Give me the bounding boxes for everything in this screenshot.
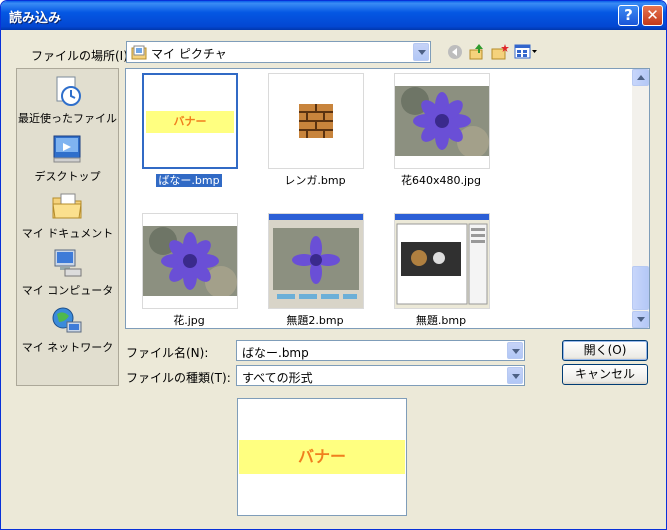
open-dialog: 読み込み ? ✕ ファイルの場所(I): マイ ピクチャ 最近使ったファイル デ… — [0, 0, 667, 530]
network-icon — [52, 307, 82, 333]
location-value: マイ ピクチャ — [151, 47, 227, 61]
thumbnail — [268, 213, 364, 309]
title-bar[interactable]: 読み込み ? ✕ — [1, 1, 666, 30]
file-name: ばなー.bmp — [156, 174, 222, 187]
file-name: レンガ.bmp — [284, 174, 346, 187]
filename-label: ファイル名(N): — [126, 346, 209, 360]
new-folder-icon[interactable] — [491, 43, 509, 61]
file-name: 無題2.bmp — [286, 314, 344, 327]
desktop-icon — [53, 135, 81, 163]
help-button[interactable]: ? — [618, 5, 639, 26]
up-folder-icon[interactable] — [468, 43, 486, 61]
close-button[interactable]: ✕ — [642, 5, 663, 26]
place-label: マイ コンピュータ — [21, 284, 114, 297]
file-item[interactable]: レンガ.bmp — [260, 69, 370, 189]
scroll-thumb[interactable] — [632, 266, 649, 310]
brick-image — [299, 104, 333, 138]
thumbnail — [268, 73, 364, 169]
thumbnail — [142, 213, 238, 309]
filetype-select[interactable]: すべての形式 — [236, 365, 525, 386]
image-preview: バナー — [237, 398, 407, 516]
thumbnail — [394, 73, 490, 169]
places-bar: 最近使ったファイル デスクトップ マイ ドキュメント マイ コンピュータ マイ … — [16, 68, 119, 386]
preview-banner: バナー — [239, 440, 405, 474]
file-name: 無題.bmp — [415, 314, 467, 327]
computer-icon — [54, 249, 82, 277]
filetype-value: すべての形式 — [242, 371, 313, 385]
place-label: デスクトップ — [34, 170, 101, 183]
filetype-label: ファイルの種類(T): — [126, 371, 231, 385]
banner-thumbnail: バナー — [146, 111, 234, 133]
place-label: マイ ドキュメント — [21, 227, 114, 240]
scroll-up-button[interactable] — [632, 69, 649, 86]
file-item[interactable]: バナー ばなー.bmp — [134, 69, 244, 189]
open-button[interactable]: 開く(O) — [562, 340, 648, 361]
file-list-view[interactable]: バナー ばなー.bmp レンガ.bmp 花640x480.jpg 花.jpg 無… — [125, 68, 650, 329]
flower-image — [143, 226, 237, 296]
file-name: 花640x480.jpg — [400, 174, 482, 187]
thumbnail: バナー — [142, 73, 238, 169]
location-label: ファイルの場所(I): — [31, 49, 132, 63]
flower-image — [395, 86, 489, 156]
location-dropdown-button[interactable] — [413, 43, 429, 61]
screenshot-image — [395, 214, 489, 308]
recent-icon — [56, 76, 81, 106]
place-label: マイ ネットワーク — [21, 341, 114, 354]
view-menu-icon[interactable] — [514, 43, 538, 61]
place-label: 最近使ったファイル — [18, 112, 117, 125]
place-documents[interactable]: マイ ドキュメント — [17, 190, 118, 246]
my-pictures-folder-icon — [131, 45, 147, 60]
back-icon[interactable] — [446, 43, 464, 61]
place-computer[interactable]: マイ コンピュータ — [17, 247, 118, 303]
file-item[interactable]: 無題.bmp — [386, 209, 496, 328]
filetype-dropdown-button[interactable] — [507, 367, 523, 384]
thumbnail — [394, 213, 490, 309]
file-item[interactable]: 花.jpg — [134, 209, 244, 328]
screenshot-image — [269, 214, 363, 308]
file-item[interactable]: 無題2.bmp — [260, 209, 370, 328]
file-list-scrollbar[interactable] — [632, 69, 649, 328]
file-item[interactable]: 花640x480.jpg — [386, 69, 496, 189]
filename-input[interactable]: ばなー.bmp — [236, 340, 525, 361]
file-name: 花.jpg — [173, 314, 205, 327]
cancel-button[interactable]: キャンセル — [562, 364, 648, 385]
documents-icon — [52, 193, 82, 219]
place-desktop[interactable]: デスクトップ — [17, 133, 118, 189]
filename-value: ばなー.bmp — [242, 346, 309, 360]
location-combo[interactable]: マイ ピクチャ — [126, 41, 431, 63]
place-network[interactable]: マイ ネットワーク — [17, 304, 118, 360]
filename-dropdown-button[interactable] — [507, 342, 523, 359]
scroll-down-button[interactable] — [632, 311, 649, 328]
window-title: 読み込み — [9, 11, 62, 26]
place-recent[interactable]: 最近使ったファイル — [17, 75, 118, 131]
